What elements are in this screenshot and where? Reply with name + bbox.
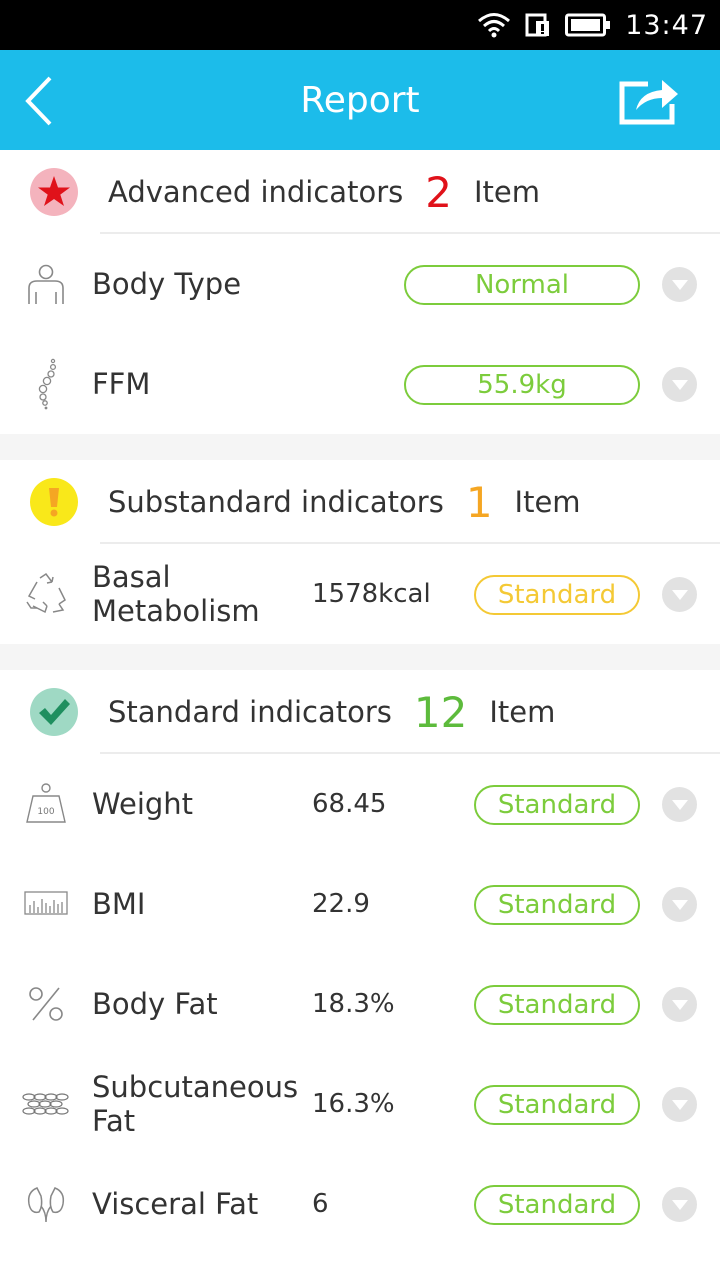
list-item-weight[interactable]: 100 Weight 68.45 Standard xyxy=(0,754,720,854)
row-label: Subcutaneous Fat xyxy=(92,1070,299,1138)
status-pill[interactable]: Standard xyxy=(474,985,640,1025)
triangle-down-icon[interactable] xyxy=(662,987,697,1022)
row-label: Visceral Fat xyxy=(92,1187,259,1221)
row-value: 1578kcal xyxy=(312,579,431,609)
triangle-down-icon[interactable] xyxy=(662,367,697,402)
section-gap xyxy=(0,434,720,460)
status-pill[interactable]: Standard xyxy=(474,1085,640,1125)
exclamation-icon xyxy=(30,478,78,526)
advanced-section-title: Advanced indicators xyxy=(108,175,404,209)
row-value: 18.3% xyxy=(312,989,395,1019)
list-item-body-type[interactable]: Body Type Normal xyxy=(0,234,720,334)
recycle-icon xyxy=(20,569,72,619)
standard-section-title: Standard indicators xyxy=(108,695,392,729)
row-label: Body Type xyxy=(92,267,242,301)
standard-section-unit: Item xyxy=(489,695,556,729)
triangle-down-icon[interactable] xyxy=(662,1087,697,1122)
list-item-body-fat[interactable]: Body Fat 18.3% Standard xyxy=(0,954,720,1054)
triangle-down-icon[interactable] xyxy=(662,787,697,822)
status-pill[interactable]: Standard xyxy=(474,575,640,615)
row-value: 68.45 xyxy=(312,789,387,819)
status-bar: 13:47 xyxy=(0,0,720,50)
list-item-ffm[interactable]: FFM 55.9kg xyxy=(0,334,720,434)
list-item-bmi[interactable]: BMI 22.9 Standard xyxy=(0,854,720,954)
triangle-down-icon[interactable] xyxy=(662,887,697,922)
share-icon xyxy=(618,80,682,130)
chevron-left-icon xyxy=(18,76,68,132)
weight-icon-label: 100 xyxy=(37,807,54,817)
battery-icon xyxy=(565,13,611,37)
app-bar: Report xyxy=(0,50,720,150)
row-value: 22.9 xyxy=(312,889,370,919)
sim-card-icon xyxy=(525,12,551,38)
status-pill[interactable]: Standard xyxy=(474,1185,640,1225)
row-label: BMI xyxy=(92,887,146,921)
row-value: 16.3% xyxy=(312,1089,395,1119)
list-item-basal-metabolism[interactable]: Basal Metabolism 1578kcal Standard xyxy=(0,544,720,644)
fat-cells-icon xyxy=(20,1079,72,1129)
star-icon xyxy=(30,168,78,216)
substandard-section-count: 1 xyxy=(465,477,493,527)
row-label: Body Fat xyxy=(92,987,218,1021)
substandard-section-title: Substandard indicators xyxy=(108,485,444,519)
organs-icon xyxy=(20,1179,72,1229)
advanced-section-header: Advanced indicators 2 Item xyxy=(0,150,720,234)
row-label: Weight xyxy=(92,787,194,821)
standard-section-count: 12 xyxy=(413,687,468,737)
status-pill[interactable]: Standard xyxy=(474,785,640,825)
list-item-visceral-fat[interactable]: Visceral Fat 6 Standard xyxy=(0,1154,720,1254)
spine-icon xyxy=(20,358,72,410)
substandard-section-unit: Item xyxy=(514,485,581,519)
advanced-section-count: 2 xyxy=(425,167,452,217)
page-title: Report xyxy=(300,79,420,121)
substandard-section-header: Substandard indicators 1 Item xyxy=(0,460,720,544)
standard-section-header: Standard indicators 12 Item xyxy=(0,670,720,754)
status-pill[interactable]: 55.9kg xyxy=(404,365,640,405)
wifi-icon xyxy=(477,12,511,38)
clock: 13:47 xyxy=(625,9,708,41)
list-item-partial[interactable] xyxy=(0,1254,720,1280)
row-label: FFM xyxy=(92,367,151,401)
weight-icon: 100 xyxy=(20,779,72,829)
bar-chart-icon xyxy=(20,879,72,929)
checkmark-icon xyxy=(30,688,78,736)
share-button[interactable] xyxy=(618,76,682,126)
back-button[interactable] xyxy=(18,74,68,128)
triangle-down-icon[interactable] xyxy=(662,577,697,612)
body-type-icon xyxy=(20,259,72,309)
list-item-subcutaneous-fat[interactable]: Subcutaneous Fat 16.3% Standard xyxy=(0,1054,720,1154)
row-value: 6 xyxy=(312,1189,329,1219)
triangle-down-icon[interactable] xyxy=(662,267,697,302)
row-label: Basal Metabolism xyxy=(92,560,260,628)
section-gap xyxy=(0,644,720,670)
advanced-section-unit: Item xyxy=(473,175,540,209)
triangle-down-icon[interactable] xyxy=(662,1187,697,1222)
status-pill[interactable]: Normal xyxy=(404,265,640,305)
status-pill[interactable]: Standard xyxy=(474,885,640,925)
percent-icon xyxy=(20,979,72,1029)
